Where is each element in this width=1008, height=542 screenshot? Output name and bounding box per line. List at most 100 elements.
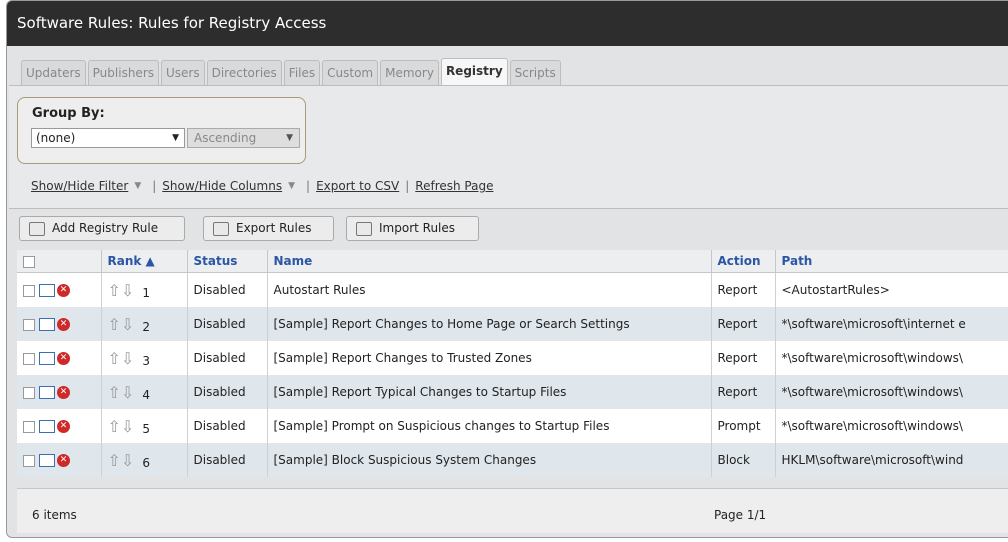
link-separator: |: [306, 179, 311, 193]
import-rules-button[interactable]: Import Rules: [346, 216, 479, 241]
rank-header[interactable]: Rank ▲: [101, 250, 188, 273]
delete-icon[interactable]: ✕: [57, 386, 70, 399]
path-cell: *\software\microsoft\windows\: [775, 409, 1008, 443]
arrow-down-icon[interactable]: ⇩: [121, 451, 134, 470]
rank-cell: ⇧⇩ 5: [101, 409, 188, 443]
table-row[interactable]: ✕ ⇧⇩ 4 Disabled [Sample] Report Typical C…: [17, 375, 1008, 409]
row-controls: ✕: [17, 341, 102, 375]
chevron-down-icon: ▼: [172, 133, 179, 143]
tab-custom[interactable]: Custom: [322, 60, 379, 85]
action-cell: Prompt: [711, 409, 776, 443]
link-separator: |: [405, 179, 410, 193]
arrow-up-icon[interactable]: ⇧: [108, 349, 121, 368]
group-by-field-value: (none): [36, 131, 76, 145]
group-by-label: Group By:: [32, 106, 105, 121]
tab-updaters[interactable]: Updaters: [21, 60, 86, 85]
rank-cell: ⇧⇩ 2: [101, 307, 188, 341]
filter-links: Show/Hide Filter ▼ | Show/Hide Columns ▼…: [31, 179, 493, 193]
table-row[interactable]: ✕ ⇧⇩ 1 Disabled Autostart Rules Report <A…: [17, 272, 1008, 307]
arrow-down-icon[interactable]: ⇩: [121, 281, 134, 300]
row-checkbox[interactable]: [23, 318, 35, 331]
arrow-up-icon[interactable]: ⇧: [108, 451, 121, 470]
export-rules-label: Export Rules: [236, 221, 312, 235]
table-row[interactable]: ✕ ⇧⇩ 2 Disabled [Sample] Report Changes t…: [17, 307, 1008, 341]
chevron-down-icon[interactable]: ▼: [134, 181, 141, 191]
edit-icon[interactable]: [39, 352, 55, 365]
table-row[interactable]: ✕ ⇧⇩ 5 Disabled [Sample] Prompt on Suspic…: [17, 409, 1008, 443]
tab-users[interactable]: Users: [161, 60, 205, 85]
delete-icon[interactable]: ✕: [57, 318, 70, 331]
item-count: 6 items: [32, 508, 77, 522]
delete-icon[interactable]: ✕: [57, 454, 70, 467]
group-by-order-select[interactable]: Ascending ▼: [187, 128, 300, 148]
show-hide-filter-link[interactable]: Show/Hide Filter: [31, 179, 128, 193]
edit-icon[interactable]: [39, 386, 55, 399]
name-cell: [Sample] Report Changes to Trusted Zones: [267, 341, 712, 375]
export-icon: [213, 222, 229, 236]
arrow-down-icon[interactable]: ⇩: [121, 315, 134, 334]
row-checkbox[interactable]: [23, 420, 35, 433]
path-header[interactable]: Path: [775, 250, 1008, 273]
import-icon: [356, 222, 372, 236]
name-cell: [Sample] Report Changes to Home Page or …: [267, 307, 712, 341]
arrow-up-icon[interactable]: ⇧: [108, 315, 121, 334]
path-cell: *\software\microsoft\internet e: [775, 307, 1008, 341]
tab-registry[interactable]: Registry: [440, 58, 508, 85]
page-indicator: Page 1/1: [714, 508, 767, 522]
show-hide-columns-link[interactable]: Show/Hide Columns: [162, 179, 282, 193]
tab-files[interactable]: Files: [283, 60, 321, 85]
select-all-header[interactable]: [17, 250, 102, 273]
delete-icon[interactable]: ✕: [57, 284, 70, 297]
name-cell: [Sample] Prompt on Suspicious changes to…: [267, 409, 712, 443]
row-controls: ✕: [17, 443, 102, 477]
table-row[interactable]: ✕ ⇧⇩ 6 Disabled [Sample] Block Suspicious…: [17, 443, 1008, 477]
edit-icon[interactable]: [39, 318, 55, 331]
table-row[interactable]: ✕ ⇧⇩ 3 Disabled [Sample] Report Changes t…: [17, 341, 1008, 375]
action-header[interactable]: Action: [711, 250, 776, 273]
tab-memory[interactable]: Memory: [380, 60, 439, 85]
group-by-field-select[interactable]: (none) ▼: [31, 128, 185, 148]
link-separator: |: [152, 179, 157, 193]
path-cell: *\software\microsoft\windows\: [775, 341, 1008, 375]
action-cell: Report: [711, 341, 776, 375]
delete-icon[interactable]: ✕: [57, 420, 70, 433]
group-by-order-value: Ascending: [194, 131, 257, 145]
row-checkbox[interactable]: [23, 284, 35, 297]
tab-scripts[interactable]: Scripts: [509, 60, 561, 85]
row-controls: ✕: [17, 409, 102, 443]
arrow-up-icon[interactable]: ⇧: [108, 383, 121, 402]
action-cell: Block: [711, 443, 776, 477]
export-csv-link[interactable]: Export to CSV: [316, 179, 399, 193]
tab-directories[interactable]: Directories: [206, 60, 282, 85]
arrow-up-icon[interactable]: ⇧: [108, 281, 121, 300]
rank-value: 5: [142, 422, 150, 436]
name-header[interactable]: Name: [267, 250, 712, 273]
chevron-down-icon[interactable]: ▼: [288, 181, 295, 191]
export-rules-button[interactable]: Export Rules: [203, 216, 334, 241]
edit-icon[interactable]: [39, 454, 55, 467]
row-checkbox[interactable]: [23, 352, 35, 365]
select-all-checkbox[interactable]: [23, 255, 35, 268]
arrow-down-icon[interactable]: ⇩: [121, 383, 134, 402]
add-rule-icon: [29, 222, 45, 236]
arrow-down-icon[interactable]: ⇩: [121, 349, 134, 368]
edit-icon[interactable]: [39, 420, 55, 433]
rank-value: 1: [142, 286, 150, 300]
tab-publishers[interactable]: Publishers: [87, 60, 159, 85]
delete-icon[interactable]: ✕: [57, 352, 70, 365]
name-cell: [Sample] Block Suspicious System Changes: [267, 443, 712, 477]
arrow-up-icon[interactable]: ⇧: [108, 417, 121, 436]
table-header-row: Rank ▲ Status Name Action Path: [17, 250, 1008, 273]
edit-icon[interactable]: [39, 284, 55, 297]
refresh-page-link[interactable]: Refresh Page: [415, 179, 493, 193]
rank-value: 3: [142, 354, 150, 368]
status-cell: Disabled: [187, 272, 268, 307]
add-registry-rule-button[interactable]: Add Registry Rule: [19, 216, 185, 241]
status-header[interactable]: Status: [187, 250, 268, 273]
arrow-down-icon[interactable]: ⇩: [121, 417, 134, 436]
status-cell: Disabled: [187, 307, 268, 341]
row-checkbox[interactable]: [23, 454, 35, 467]
chevron-down-icon: ▼: [286, 133, 293, 143]
row-checkbox[interactable]: [23, 386, 35, 399]
rank-value: 6: [142, 456, 150, 470]
